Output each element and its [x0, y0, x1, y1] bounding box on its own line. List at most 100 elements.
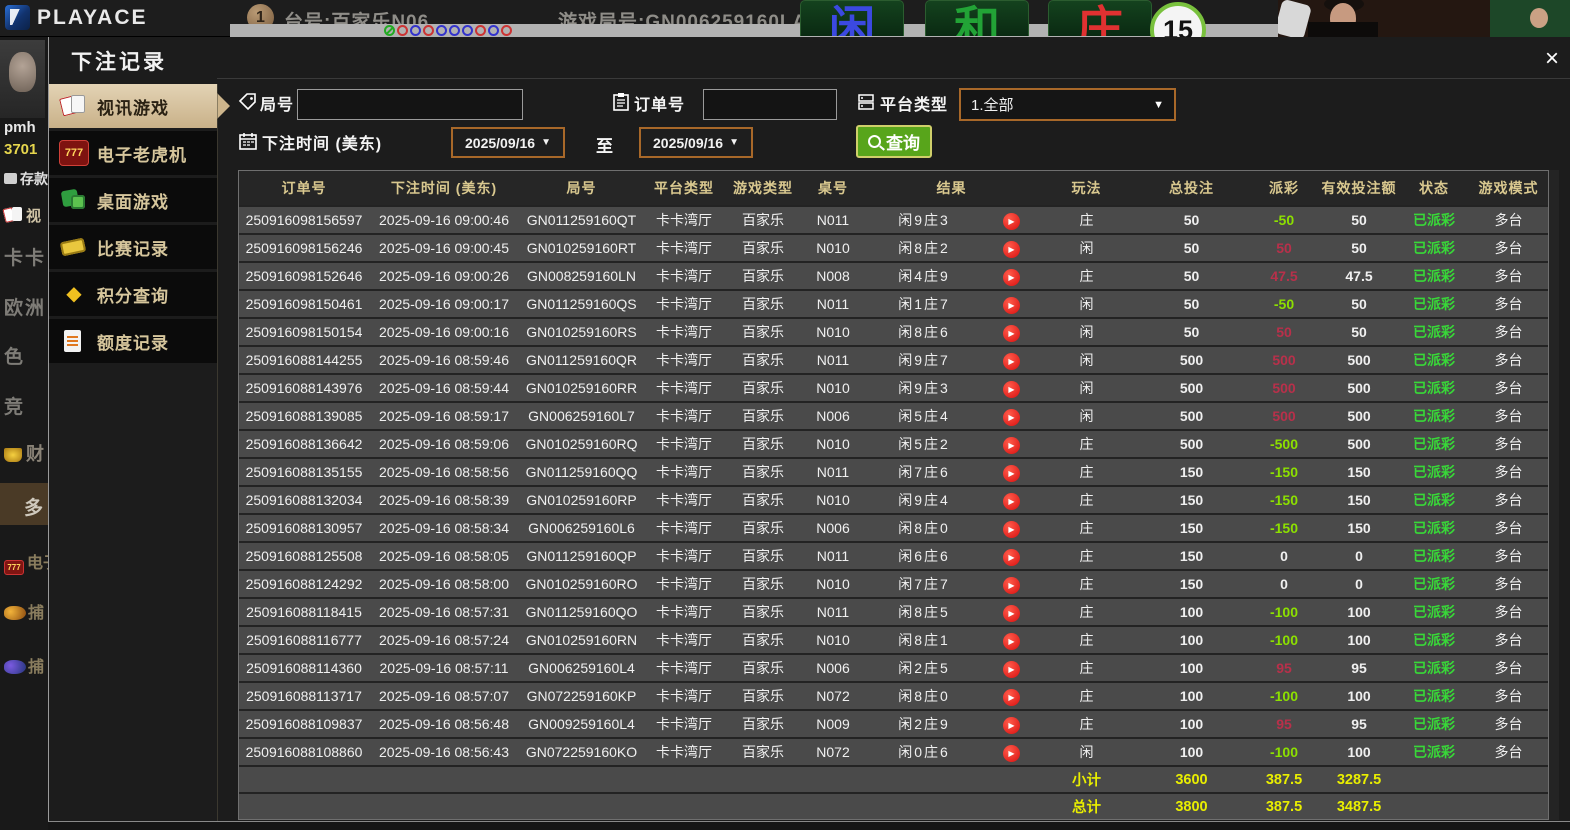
replay-play-icon[interactable]: ▶ [1003, 240, 1020, 258]
platform-select[interactable]: 1.全部 ▼ [959, 88, 1176, 121]
table-row: 250916088109837 2025-09-16 08:56:48 GN00… [239, 709, 1548, 737]
replay-play-icon[interactable]: ▶ [1003, 436, 1020, 454]
replay-play-icon[interactable]: ▶ [1003, 408, 1020, 426]
cell-platform: 卡卡湾厅 [656, 492, 712, 508]
search-button[interactable]: 查询 [856, 125, 932, 158]
replay-play-icon[interactable]: ▶ [1003, 492, 1020, 510]
cell-platform: 卡卡湾厅 [656, 352, 712, 368]
replay-play-icon[interactable]: ▶ [1003, 660, 1020, 678]
column-header: 下注时间 (美东) [390, 180, 498, 196]
nav-rank[interactable]: 财 [4, 440, 44, 466]
modal-sidebar: 视讯游戏 777 电子老虎机 桌面游戏 比赛记录 ◆ 积分查询 额度记录 [49, 84, 230, 366]
cell-table-number: N010 [816, 324, 850, 340]
cell-game-mode: 多台 [1494, 268, 1523, 284]
order-input[interactable] [703, 89, 837, 120]
column-header: 平台类型 [654, 180, 714, 196]
date-to-picker[interactable]: 2025/09/16 ▼ [639, 127, 753, 158]
sidebar-item-5[interactable]: 额度记录 [49, 319, 217, 363]
cell-game-mode: 多台 [1494, 576, 1523, 592]
sidebar-item-3[interactable]: 比赛记录 [49, 225, 217, 269]
cell-platform: 卡卡湾厅 [656, 548, 712, 564]
sidebar-item-4[interactable]: ◆ 积分查询 [49, 272, 217, 316]
nav-jing[interactable]: 竞 [4, 392, 25, 419]
replay-play-icon[interactable]: ▶ [1003, 632, 1020, 650]
bead-road [384, 25, 512, 36]
cell-game-type: 百家乐 [742, 520, 784, 536]
cell-total-bet: 100 [1179, 688, 1204, 704]
sidebar-item-2[interactable]: 桌面游戏 [49, 178, 217, 222]
cell-table-number: N010 [816, 576, 850, 592]
replay-play-icon[interactable]: ▶ [1003, 324, 1020, 342]
cell-game-mode: 多台 [1494, 212, 1523, 228]
player-bet-zone[interactable]: 闲 [800, 0, 904, 36]
replay-play-icon[interactable]: ▶ [1003, 212, 1020, 230]
nav-europe[interactable]: 欧洲 [4, 293, 46, 320]
cell-replay: ▶ [984, 631, 1039, 650]
cell-valid-bet: 500 [1347, 436, 1371, 452]
cell-bet-time: 2025-09-16 09:00:45 [379, 240, 509, 256]
video-games-nav[interactable]: 视 [4, 205, 41, 226]
cell-payout: -100 [1269, 688, 1299, 704]
replay-play-icon[interactable]: ▶ [1003, 576, 1020, 594]
nav-fishing-2[interactable]: 捕 [4, 653, 44, 677]
cell-valid-bet: 500 [1347, 380, 1371, 396]
close-icon[interactable]: × [1537, 44, 1567, 74]
cell-result: 闲6庄6 [898, 548, 950, 564]
date-from-picker[interactable]: 2025/09/16 ▼ [451, 127, 565, 158]
banker-bet-zone[interactable]: 庄 [1048, 0, 1152, 36]
replay-play-icon[interactable]: ▶ [1003, 464, 1020, 482]
cell-total-bet: 50 [1183, 324, 1200, 340]
replay-play-icon[interactable]: ▶ [1003, 352, 1020, 370]
sidebar-item-1[interactable]: 777 电子老虎机 [49, 131, 217, 175]
cell-status: 已派彩 [1413, 576, 1455, 592]
cell-result: 闲5庄4 [898, 408, 950, 424]
cell-status: 已派彩 [1413, 716, 1455, 732]
cell-round-number: GN006259160L7 [528, 408, 635, 424]
cell-game-type: 百家乐 [742, 492, 784, 508]
cell-game-mode: 多台 [1494, 660, 1523, 676]
replay-play-icon[interactable]: ▶ [1003, 548, 1020, 566]
cell-status: 已派彩 [1413, 660, 1455, 676]
cell-result: 闲8庄2 [898, 240, 950, 256]
nav-kaka[interactable]: 卡卡 [4, 243, 46, 270]
nav-fishing-1[interactable]: 捕 [4, 599, 44, 623]
cell-order-number: 250916088113717 [246, 688, 362, 704]
scrollbar-track[interactable] [1549, 170, 1559, 820]
bead-red [423, 25, 434, 36]
cell-table-number: N008 [816, 268, 850, 284]
nav-slots[interactable]: 777电子 [4, 549, 48, 575]
cell-bet-time: 2025-09-16 08:59:06 [379, 436, 509, 452]
cell-wager-side: 庄 [1079, 492, 1094, 508]
replay-play-icon[interactable]: ▶ [1003, 688, 1020, 706]
avatar[interactable] [0, 40, 45, 118]
replay-play-icon[interactable]: ▶ [1003, 716, 1020, 734]
replay-play-icon[interactable]: ▶ [1003, 520, 1020, 538]
cell-game-type: 百家乐 [742, 380, 784, 396]
replay-play-icon[interactable]: ▶ [1003, 744, 1020, 762]
replay-play-icon[interactable]: ▶ [1003, 380, 1020, 398]
cell-payout: -100 [1269, 604, 1299, 620]
cell-bet-time: 2025-09-16 08:57:31 [379, 604, 509, 620]
cell-game-type: 百家乐 [742, 716, 784, 732]
cell-result: 闲8庄0 [898, 520, 950, 536]
chevron-down-icon: ▼ [729, 137, 739, 148]
cell-game-type: 百家乐 [742, 352, 784, 368]
cell-payout: -100 [1269, 744, 1299, 760]
cell-replay: ▶ [984, 407, 1039, 426]
cell-table-number: N010 [816, 632, 850, 648]
cell-round-number: GN011259160QR [525, 352, 638, 368]
sidebar-item-0[interactable]: 视讯游戏 [49, 84, 230, 128]
cell-game-type: 百家乐 [742, 576, 784, 592]
table-row: 250916088113717 2025-09-16 08:57:07 GN07… [239, 681, 1548, 709]
deposit-button[interactable]: 存款 [4, 169, 48, 189]
column-header: 桌号 [818, 180, 848, 196]
tie-bet-zone[interactable]: 和 [925, 0, 1029, 36]
replay-play-icon[interactable]: ▶ [1003, 604, 1020, 622]
replay-play-icon[interactable]: ▶ [1003, 268, 1020, 286]
replay-play-icon[interactable]: ▶ [1003, 296, 1020, 314]
cell-table-number: N072 [816, 688, 850, 704]
round-input[interactable] [297, 89, 523, 120]
cell-game-mode: 多台 [1494, 324, 1523, 340]
cell-status: 已派彩 [1413, 604, 1455, 620]
nav-se[interactable]: 色 [4, 342, 25, 369]
